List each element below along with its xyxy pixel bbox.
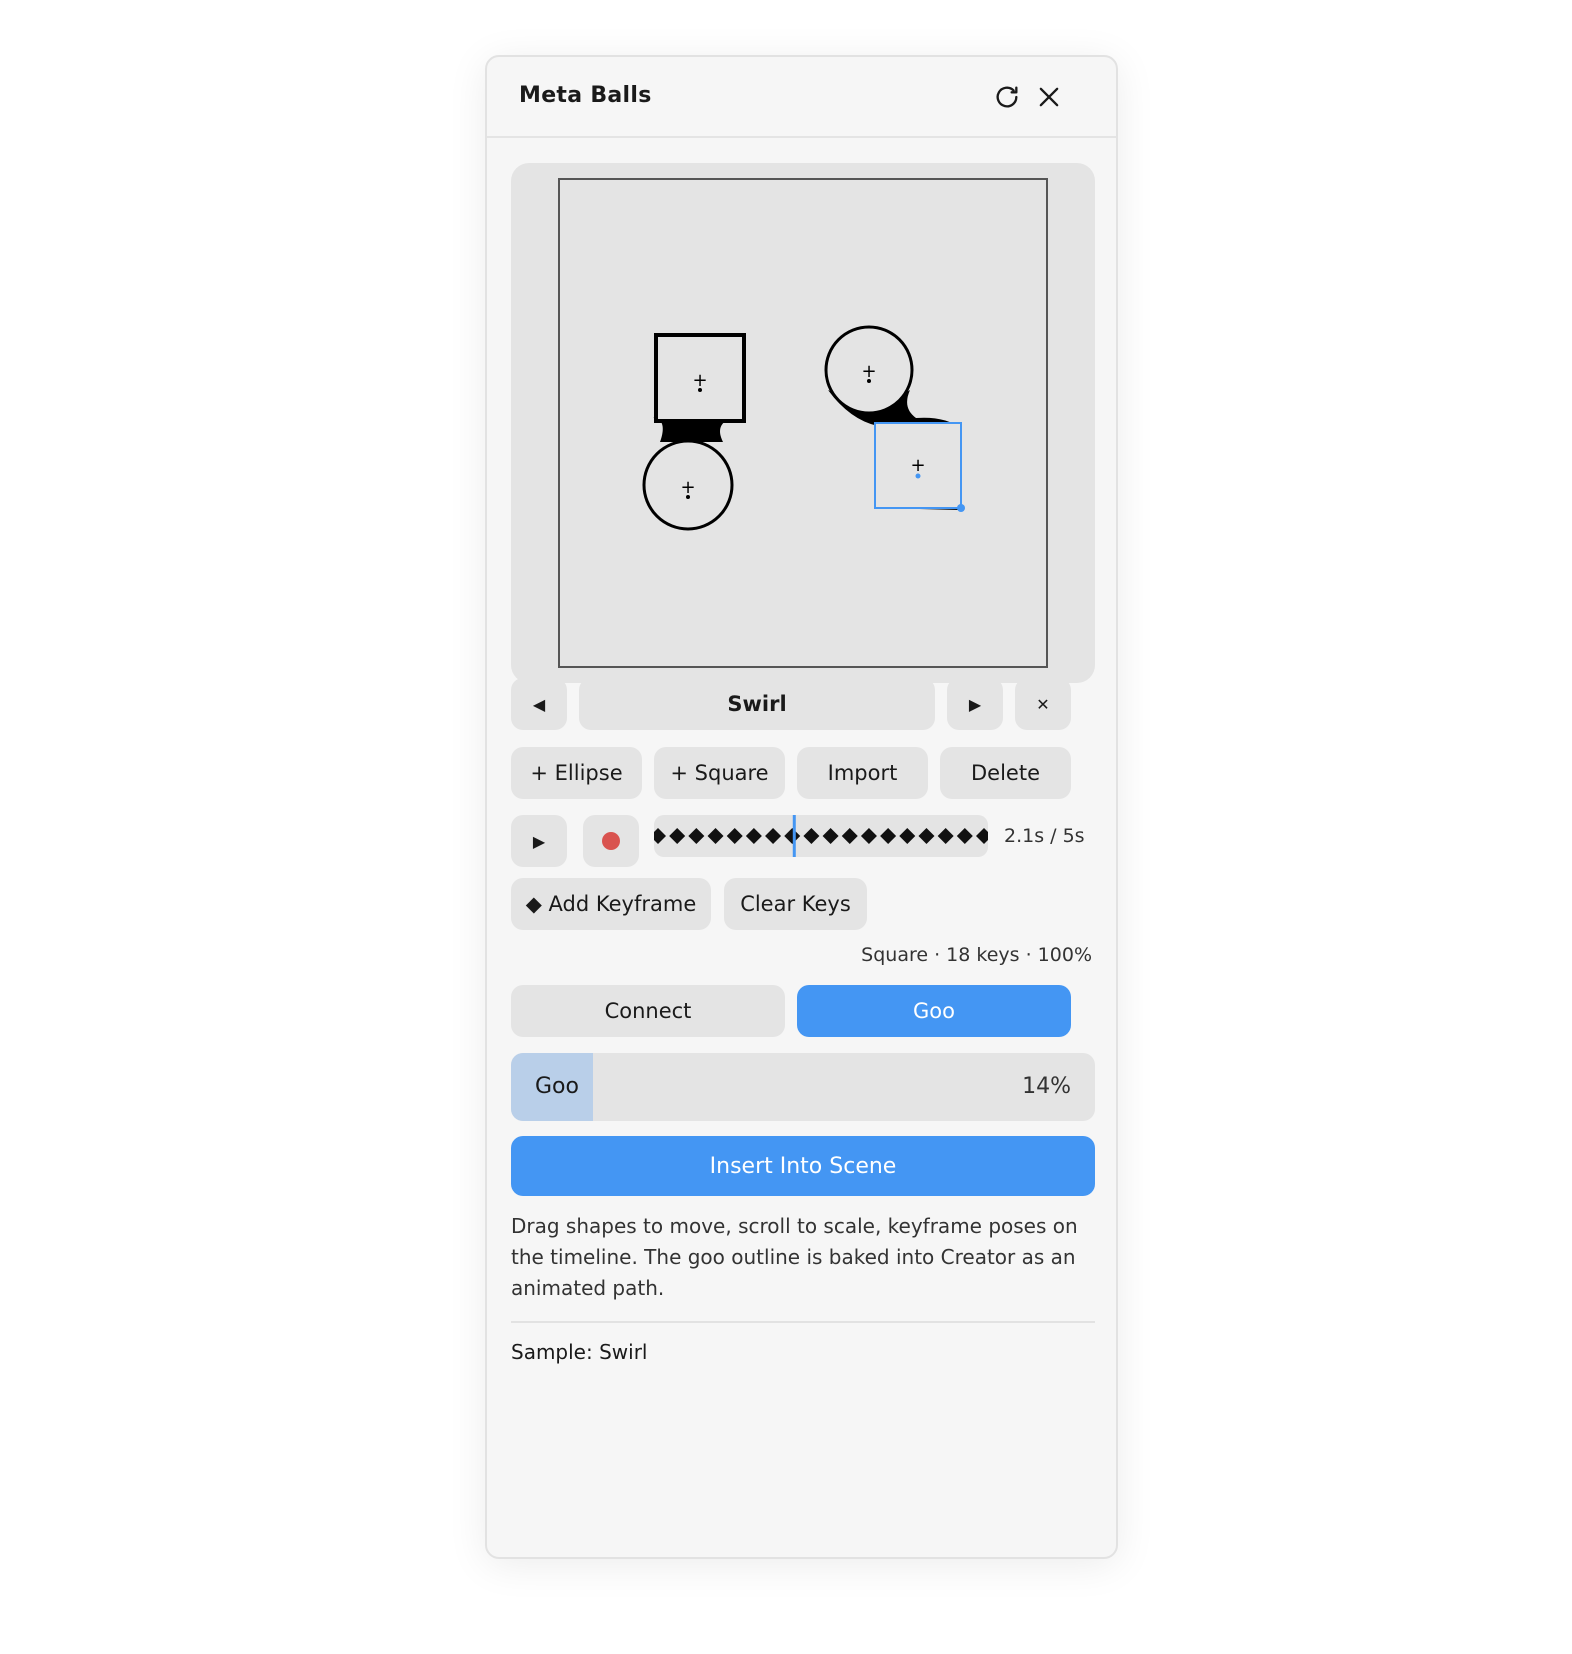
timeline-track <box>654 815 988 857</box>
add-square-button[interactable]: + Square <box>654 747 785 799</box>
connect-label: Connect <box>604 999 692 1023</box>
sample-label: Sample: Swirl <box>511 1340 648 1364</box>
center-marker: + <box>692 370 707 391</box>
resize-handle[interactable] <box>957 504 965 512</box>
keyframe-diamond[interactable] <box>860 828 877 844</box>
prev-icon: ◀ <box>532 694 546 714</box>
goo-slider-label: Goo <box>535 1074 579 1099</box>
keyframe-diamond[interactable] <box>803 828 820 844</box>
add-square-label: + Square <box>670 761 769 785</box>
sample-name-button[interactable]: Swirl <box>579 678 935 730</box>
keyframe-diamond[interactable] <box>669 828 686 844</box>
canvas-area: + + + + <box>511 163 1095 683</box>
keyframe-diamond[interactable] <box>765 828 782 844</box>
insert-into-scene-button[interactable]: Insert Into Scene <box>511 1136 1095 1196</box>
shape-canvas[interactable]: + + + + <box>558 178 1048 668</box>
connect-mode-button[interactable]: Connect <box>511 985 785 1037</box>
keyframe-diamond[interactable] <box>956 828 973 844</box>
keyframe-diamond[interactable] <box>784 828 801 844</box>
add-ellipse-label: + Ellipse <box>530 761 623 785</box>
center-marker: + <box>910 455 925 476</box>
add-keyframe-label: ◆ Add Keyframe <box>525 892 697 916</box>
close-icon: ✕ <box>1036 694 1050 714</box>
playhead[interactable] <box>792 815 796 857</box>
close-sample-button[interactable]: ✕ <box>1015 678 1071 730</box>
close-icon[interactable] <box>1035 83 1063 111</box>
divider <box>511 1321 1095 1323</box>
keyframe-diamond[interactable] <box>822 828 839 844</box>
import-label: Import <box>827 761 898 785</box>
next-icon: ▶ <box>968 694 982 714</box>
panel-header: Meta Balls <box>487 57 1116 138</box>
help-description: Drag shapes to move, scroll to scale, ke… <box>511 1214 1078 1300</box>
panel-title: Meta Balls <box>519 83 652 108</box>
keyframe-diamond[interactable] <box>688 828 705 844</box>
keyframe-diamond[interactable] <box>726 828 743 844</box>
play-icon: ▶ <box>532 831 546 851</box>
delete-label: Delete <box>971 761 1040 785</box>
metaball-scene: + + + + <box>642 325 965 531</box>
import-button[interactable]: Import <box>797 747 928 799</box>
keyframe-diamond[interactable] <box>654 828 666 844</box>
keyframe-diamond[interactable] <box>880 828 897 844</box>
center-dot <box>686 495 690 499</box>
clear-keys-button[interactable]: Clear Keys <box>724 878 867 930</box>
play-button[interactable]: ▶ <box>511 815 567 867</box>
clear-keys-label: Clear Keys <box>740 892 851 916</box>
goo-slider[interactable]: Goo 14% <box>511 1053 1095 1121</box>
goo-label: Goo <box>913 999 955 1023</box>
goo-mode-button[interactable]: Goo <box>797 985 1071 1037</box>
keyframe-timeline[interactable] <box>654 815 988 857</box>
center-dot <box>867 379 871 383</box>
keyframe-diamond[interactable] <box>707 828 724 844</box>
goo-slider-value: 14% <box>1022 1074 1071 1099</box>
add-keyframe-button[interactable]: ◆ Add Keyframe <box>511 878 711 930</box>
prev-sample-button[interactable]: ◀ <box>511 678 567 730</box>
keyframe-diamond[interactable] <box>745 828 762 844</box>
record-button[interactable] <box>583 815 639 867</box>
keyframe-diamond[interactable] <box>976 828 988 844</box>
delete-button[interactable]: Delete <box>940 747 1071 799</box>
meta-balls-panel: Meta Balls + + + + ◀ Swirl ▶ ✕ + Ellipse… <box>485 55 1118 1559</box>
insert-label: Insert Into Scene <box>709 1153 897 1179</box>
time-readout: 2.1s / 5s <box>1004 825 1085 847</box>
center-dot <box>698 388 702 392</box>
center-marker: + <box>680 477 695 498</box>
next-sample-button[interactable]: ▶ <box>947 678 1003 730</box>
sample-name: Swirl <box>727 692 787 716</box>
add-ellipse-button[interactable]: + Ellipse <box>511 747 642 799</box>
center-dot <box>915 473 921 479</box>
selection-info: Square · 18 keys · 100% <box>861 944 1092 966</box>
refresh-icon[interactable] <box>993 83 1021 111</box>
record-icon <box>602 832 620 850</box>
keyframe-diamond[interactable] <box>899 828 916 844</box>
keyframe-diamond[interactable] <box>918 828 935 844</box>
keyframe-diamond[interactable] <box>841 828 858 844</box>
keyframe-diamond[interactable] <box>937 828 954 844</box>
center-marker: + <box>861 361 876 382</box>
